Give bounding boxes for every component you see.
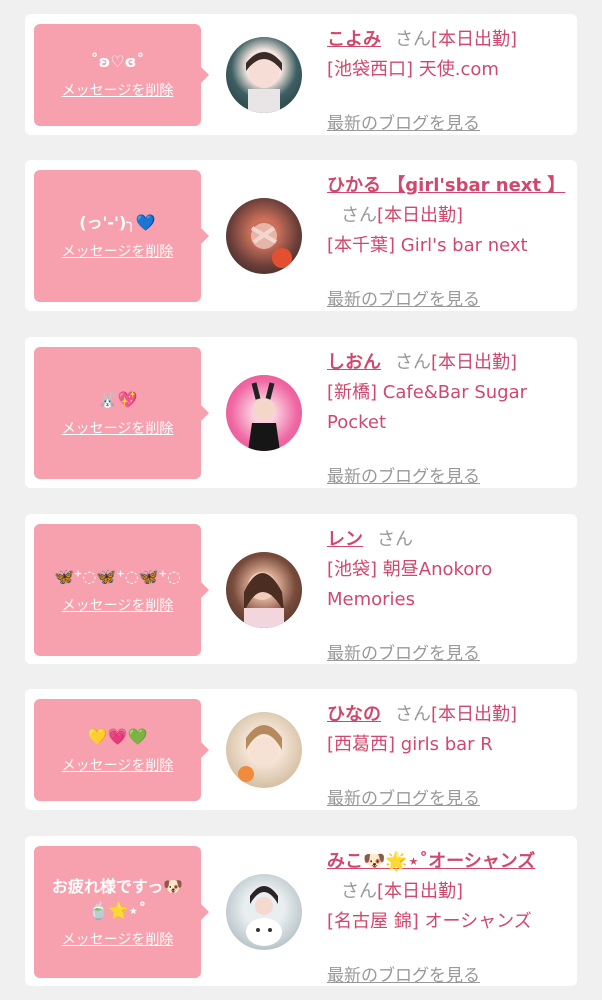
delete-message-link[interactable]: メッセージを削除 <box>62 929 174 949</box>
avatar[interactable] <box>226 712 302 788</box>
message-text: お疲れ様ですっ🐶🍵🌟⋆˚ <box>51 877 184 920</box>
latest-blog-link[interactable]: 最新のブログを見る <box>327 784 480 809</box>
honorific: さん <box>377 529 413 550</box>
work-status: [本日出勤] <box>377 205 464 226</box>
delete-message-link[interactable]: メッセージを削除 <box>62 418 174 438</box>
girl-name-link[interactable]: ひなの <box>327 704 381 725</box>
shop-name: [本千葉] Girl's bar next <box>327 235 528 256</box>
message-bubble: ˚ʚ♡ɞ˚ メッセージを削除 <box>34 24 209 126</box>
girl-info: ひかる 【girl'sbar next 】さん[本日出勤] [本千葉] Girl… <box>327 171 567 310</box>
avatar-photo <box>246 52 282 113</box>
delete-message-link[interactable]: メッセージを削除 <box>62 595 174 615</box>
avatar[interactable] <box>226 37 302 113</box>
work-status: [本日出勤] <box>377 881 464 902</box>
message-bubble: 🦋⁺◌🦋⁺◌🦋⁺◌ メッセージを削除 <box>34 524 209 656</box>
message-card: (っ'-')╮💙 メッセージを削除 ひかる 【girl'sbar next 】さ… <box>25 160 577 311</box>
message-text: (っ'-')╮💙 <box>79 213 156 232</box>
latest-blog-link[interactable]: 最新のブログを見る <box>327 285 480 310</box>
avatar-photo <box>248 382 280 451</box>
delete-message-link[interactable]: メッセージを削除 <box>62 80 174 100</box>
message-text: ˚ʚ♡ɞ˚ <box>90 52 145 71</box>
girl-name-link[interactable]: しおん <box>327 352 381 373</box>
honorific: さん <box>395 29 431 50</box>
avatar-photo <box>244 572 284 628</box>
message-list: ˚ʚ♡ɞ˚ メッセージを削除 こよみ さん[本日出勤] [池袋西口] 天使.com… <box>0 0 602 1000</box>
girl-name-link[interactable]: みこ🐶🌟⋆˚オーシャンズ <box>327 851 535 872</box>
girl-info: しおん さん[本日出勤] [新橋] Cafe&Bar Sugar Pocket 最… <box>327 348 567 487</box>
latest-blog-link[interactable]: 最新のブログを見る <box>327 109 480 134</box>
avatar[interactable] <box>226 375 302 451</box>
girl-info: こよみ さん[本日出勤] [池袋西口] 天使.com 最新のブログを見る <box>327 25 567 134</box>
latest-blog-link[interactable]: 最新のブログを見る <box>327 462 480 487</box>
message-card: 🐰💖 メッセージを削除 しおん さん[本日出勤] [新橋] Cafe&Bar Su… <box>25 337 577 488</box>
work-status: [本日出勤] <box>431 352 518 373</box>
work-status: [本日出勤] <box>431 29 518 50</box>
shop-name: [新橋] Cafe&Bar Sugar Pocket <box>327 382 528 433</box>
avatar[interactable] <box>226 874 302 950</box>
honorific: さん <box>341 205 377 226</box>
message-card: 🦋⁺◌🦋⁺◌🦋⁺◌ メッセージを削除 レン さん [池袋] 朝昼Anokoro M… <box>25 514 577 664</box>
girl-info: レン さん [池袋] 朝昼Anokoro Memories 最新のブログを見る <box>327 525 567 664</box>
message-text: 🐰💖 <box>97 390 138 409</box>
honorific: さん <box>341 881 377 902</box>
delete-message-link[interactable]: メッセージを削除 <box>62 241 174 261</box>
shop-name: [西葛西] girls bar R <box>327 734 493 755</box>
girl-name-link[interactable]: こよみ <box>327 29 381 50</box>
message-card: お疲れ様ですっ🐶🍵🌟⋆˚ メッセージを削除 みこ🐶🌟⋆˚オーシャンズさん[本日出… <box>25 836 577 986</box>
avatar-photo <box>238 725 282 782</box>
work-status: [本日出勤] <box>431 704 518 725</box>
latest-blog-link[interactable]: 最新のブログを見る <box>327 961 480 986</box>
girl-info: みこ🐶🌟⋆˚オーシャンズさん[本日出勤] [名古屋 錦] オーシャンズ 最新のブ… <box>327 847 567 986</box>
avatar-photo <box>246 886 282 946</box>
shop-name: [池袋] 朝昼Anokoro Memories <box>327 559 493 610</box>
avatar[interactable] <box>226 198 302 274</box>
delete-message-link[interactable]: メッセージを削除 <box>62 755 174 775</box>
girl-name-link[interactable]: ひかる 【girl'sbar next 】 <box>327 175 565 196</box>
message-card: 💛💗💚 メッセージを削除 ひなの さん[本日出勤] [西葛西] girls bar… <box>25 689 577 810</box>
message-bubble: (っ'-')╮💙 メッセージを削除 <box>34 170 209 302</box>
message-bubble: 🐰💖 メッセージを削除 <box>34 347 209 479</box>
honorific: さん <box>395 352 431 373</box>
message-text: 💛💗💚 <box>87 727 148 746</box>
message-bubble: 💛💗💚 メッセージを削除 <box>34 699 209 801</box>
girl-name-link[interactable]: レン <box>327 529 363 550</box>
message-bubble: お疲れ様ですっ🐶🍵🌟⋆˚ メッセージを削除 <box>34 846 209 978</box>
honorific: さん <box>395 704 431 725</box>
shop-name: [名古屋 錦] オーシャンズ <box>327 911 532 932</box>
girl-info: ひなの さん[本日出勤] [西葛西] girls bar R 最新のブログを見る <box>327 700 567 809</box>
latest-blog-link[interactable]: 最新のブログを見る <box>327 639 480 664</box>
shop-name: [池袋西口] 天使.com <box>327 59 499 80</box>
message-card: ˚ʚ♡ɞ˚ メッセージを削除 こよみ さん[本日出勤] [池袋西口] 天使.com… <box>25 14 577 135</box>
avatar[interactable] <box>226 552 302 628</box>
avatar-photo <box>250 223 292 268</box>
message-text: 🦋⁺◌🦋⁺◌🦋⁺◌ <box>54 567 181 586</box>
